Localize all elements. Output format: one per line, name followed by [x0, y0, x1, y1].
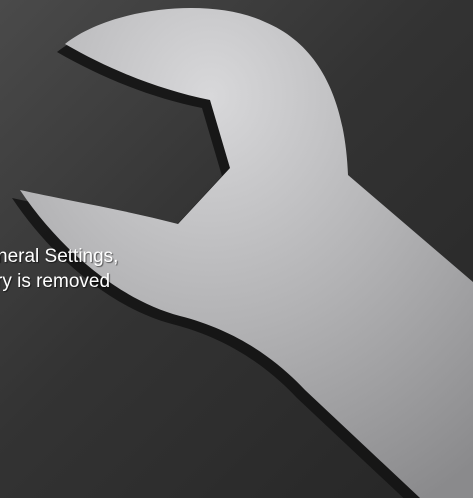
wrench-background-screen: neral Settings, ry is removed	[0, 0, 473, 498]
info-message: neral Settings, ry is removed	[0, 244, 260, 294]
info-line-2: ry is removed	[0, 271, 111, 292]
info-line-1: neral Settings,	[0, 246, 119, 267]
